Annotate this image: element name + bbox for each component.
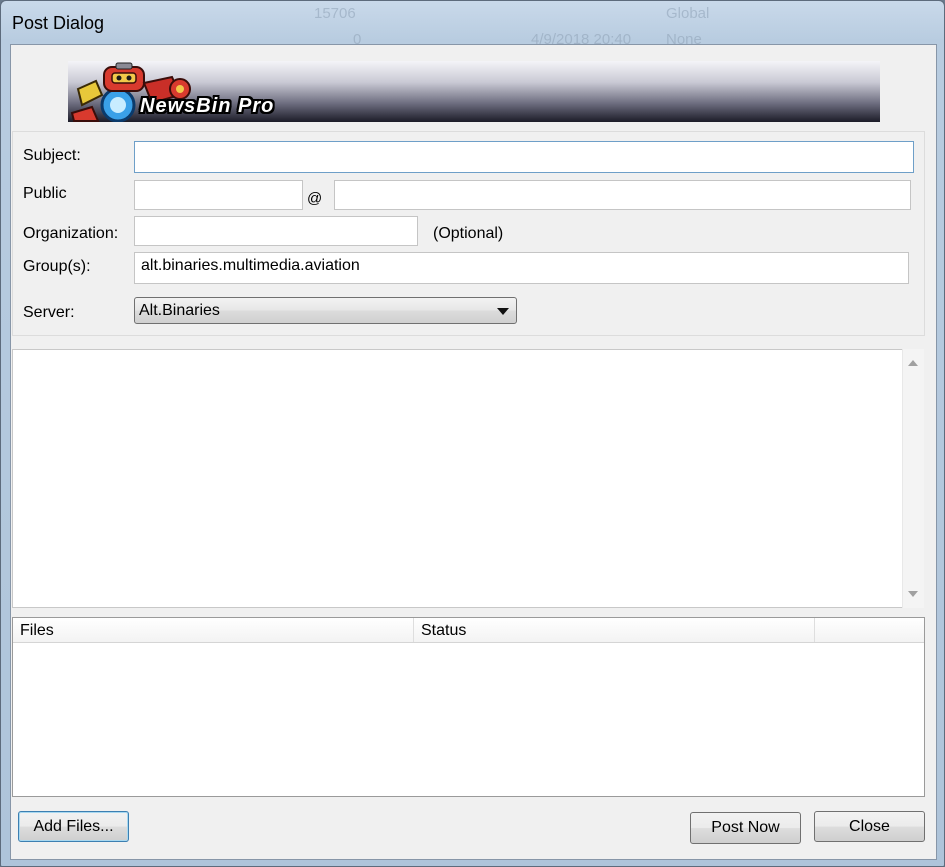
organization-input[interactable] <box>134 216 418 246</box>
newsbin-pro-banner: NewsBin Pro <box>68 61 880 122</box>
server-select[interactable]: Alt.Binaries <box>134 297 517 324</box>
background-row-text: Global <box>666 5 710 22</box>
window-title: Post Dialog <box>12 13 105 33</box>
public-domain-input[interactable] <box>334 180 911 210</box>
subject-label: Subject: <box>23 147 81 164</box>
background-row-text: 15706 <box>314 5 356 22</box>
post-now-button[interactable]: Post Now <box>690 812 801 844</box>
files-list[interactable]: Files Status <box>12 617 925 797</box>
post-dialog-window: 15706 Global 0 4/9/2018 20:40 None Post … <box>0 0 945 867</box>
column-header-status[interactable]: Status <box>414 618 815 642</box>
groups-input[interactable]: alt.binaries.multimedia.aviation <box>134 252 909 284</box>
public-label: Public <box>23 185 67 202</box>
scroll-down-arrow-icon[interactable] <box>908 591 918 597</box>
organization-label: Organization: <box>23 225 119 242</box>
column-header-files[interactable]: Files <box>13 618 414 642</box>
message-body-scrollbar[interactable] <box>902 349 924 608</box>
server-selected-value: Alt.Binaries <box>139 302 220 319</box>
close-button[interactable]: Close <box>814 811 925 842</box>
chevron-down-icon <box>497 308 509 315</box>
dialog-client-area: NewsBin Pro Subject: Public @ Organizati… <box>10 44 937 860</box>
server-label: Server: <box>23 304 75 321</box>
add-files-button[interactable]: Add Files... <box>18 811 129 842</box>
banner-logo-text: NewsBin Pro <box>140 95 275 117</box>
at-symbol: @ <box>307 190 323 207</box>
scroll-up-arrow-icon[interactable] <box>908 360 918 366</box>
optional-note: (Optional) <box>433 225 504 242</box>
title-bar[interactable]: 15706 Global 0 4/9/2018 20:40 None Post … <box>1 1 944 48</box>
message-body-scroll-container <box>12 349 924 608</box>
subject-input[interactable] <box>134 141 914 173</box>
column-header-extra[interactable] <box>815 618 925 642</box>
public-name-input[interactable] <box>134 180 303 210</box>
groups-label: Group(s): <box>23 258 91 275</box>
files-list-header: Files Status <box>13 618 924 643</box>
